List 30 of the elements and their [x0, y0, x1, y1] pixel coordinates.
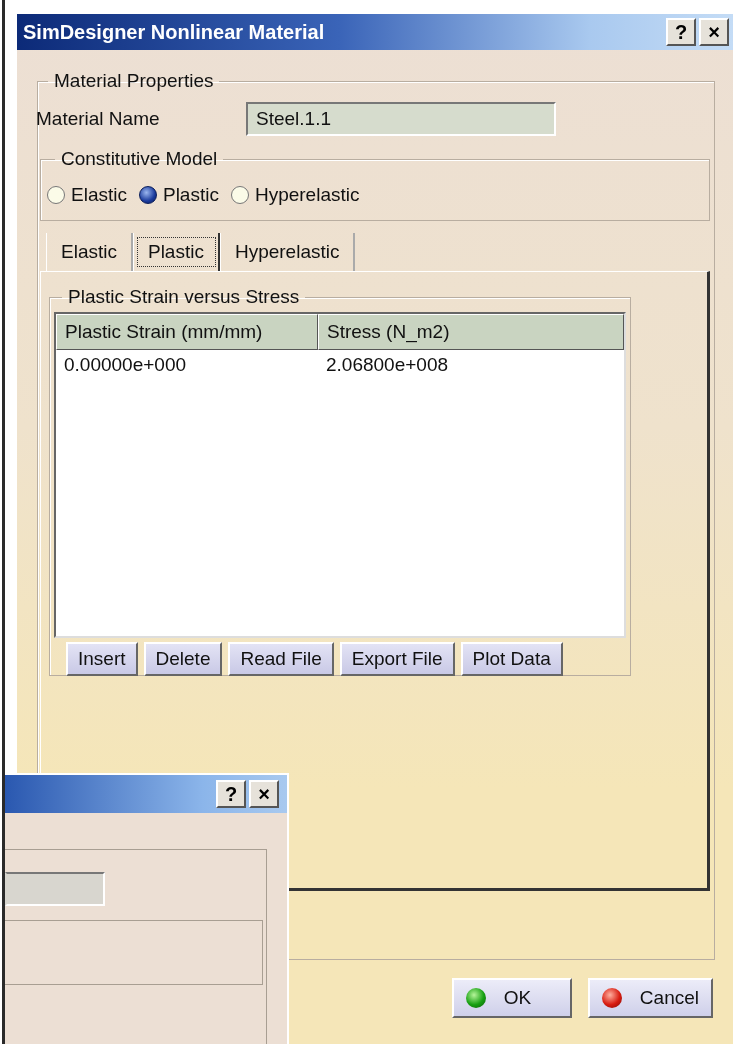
- ball-icon: [601, 988, 622, 1008]
- field-label: Material Name: [36, 108, 161, 130]
- column-header: Plastic Strain (mm/mm): [56, 314, 318, 350]
- group-label: Plastic Strain versus Stress: [67, 286, 301, 308]
- table-action-button[interactable]: Read File: [228, 642, 334, 676]
- radio-option[interactable]: Elastic: [47, 184, 127, 206]
- radio-option[interactable]: Hyperelastic: [230, 184, 360, 206]
- table-action-button[interactable]: Export File: [339, 642, 455, 676]
- help-button[interactable]: ?: [216, 780, 246, 808]
- help-button[interactable]: ?: [666, 18, 696, 46]
- tab[interactable]: Elastic: [46, 233, 133, 271]
- column-header: Stress (N_m2): [318, 314, 624, 350]
- text-field[interactable]: [5, 872, 105, 906]
- close-button[interactable]: ×: [699, 18, 729, 46]
- tab[interactable]: Hyperelastic: [219, 233, 356, 271]
- table-cell-text: 2.06800e+008: [325, 353, 450, 377]
- window-title: SimDesigner Nonlinear Material: [23, 20, 326, 44]
- radio-option[interactable]: Plastic: [138, 184, 219, 206]
- close-button[interactable]: ×: [249, 780, 279, 808]
- table-action-button[interactable]: Insert: [66, 642, 138, 676]
- group-label: Constitutive Model: [60, 148, 219, 170]
- table-cell-text: 0.00000e+000: [63, 353, 188, 377]
- tab[interactable]: Plastic: [132, 233, 220, 271]
- ball-icon: [465, 988, 486, 1008]
- cancel-button[interactable]: Cancel: [587, 978, 713, 1018]
- table-action-button[interactable]: Plot Data: [460, 642, 563, 676]
- table-action-button[interactable]: Delete: [143, 642, 223, 676]
- ok-button[interactable]: OK: [451, 978, 572, 1018]
- group-label: Material Properties: [53, 70, 215, 92]
- material-name-field[interactable]: Steel.1.1: [246, 102, 556, 136]
